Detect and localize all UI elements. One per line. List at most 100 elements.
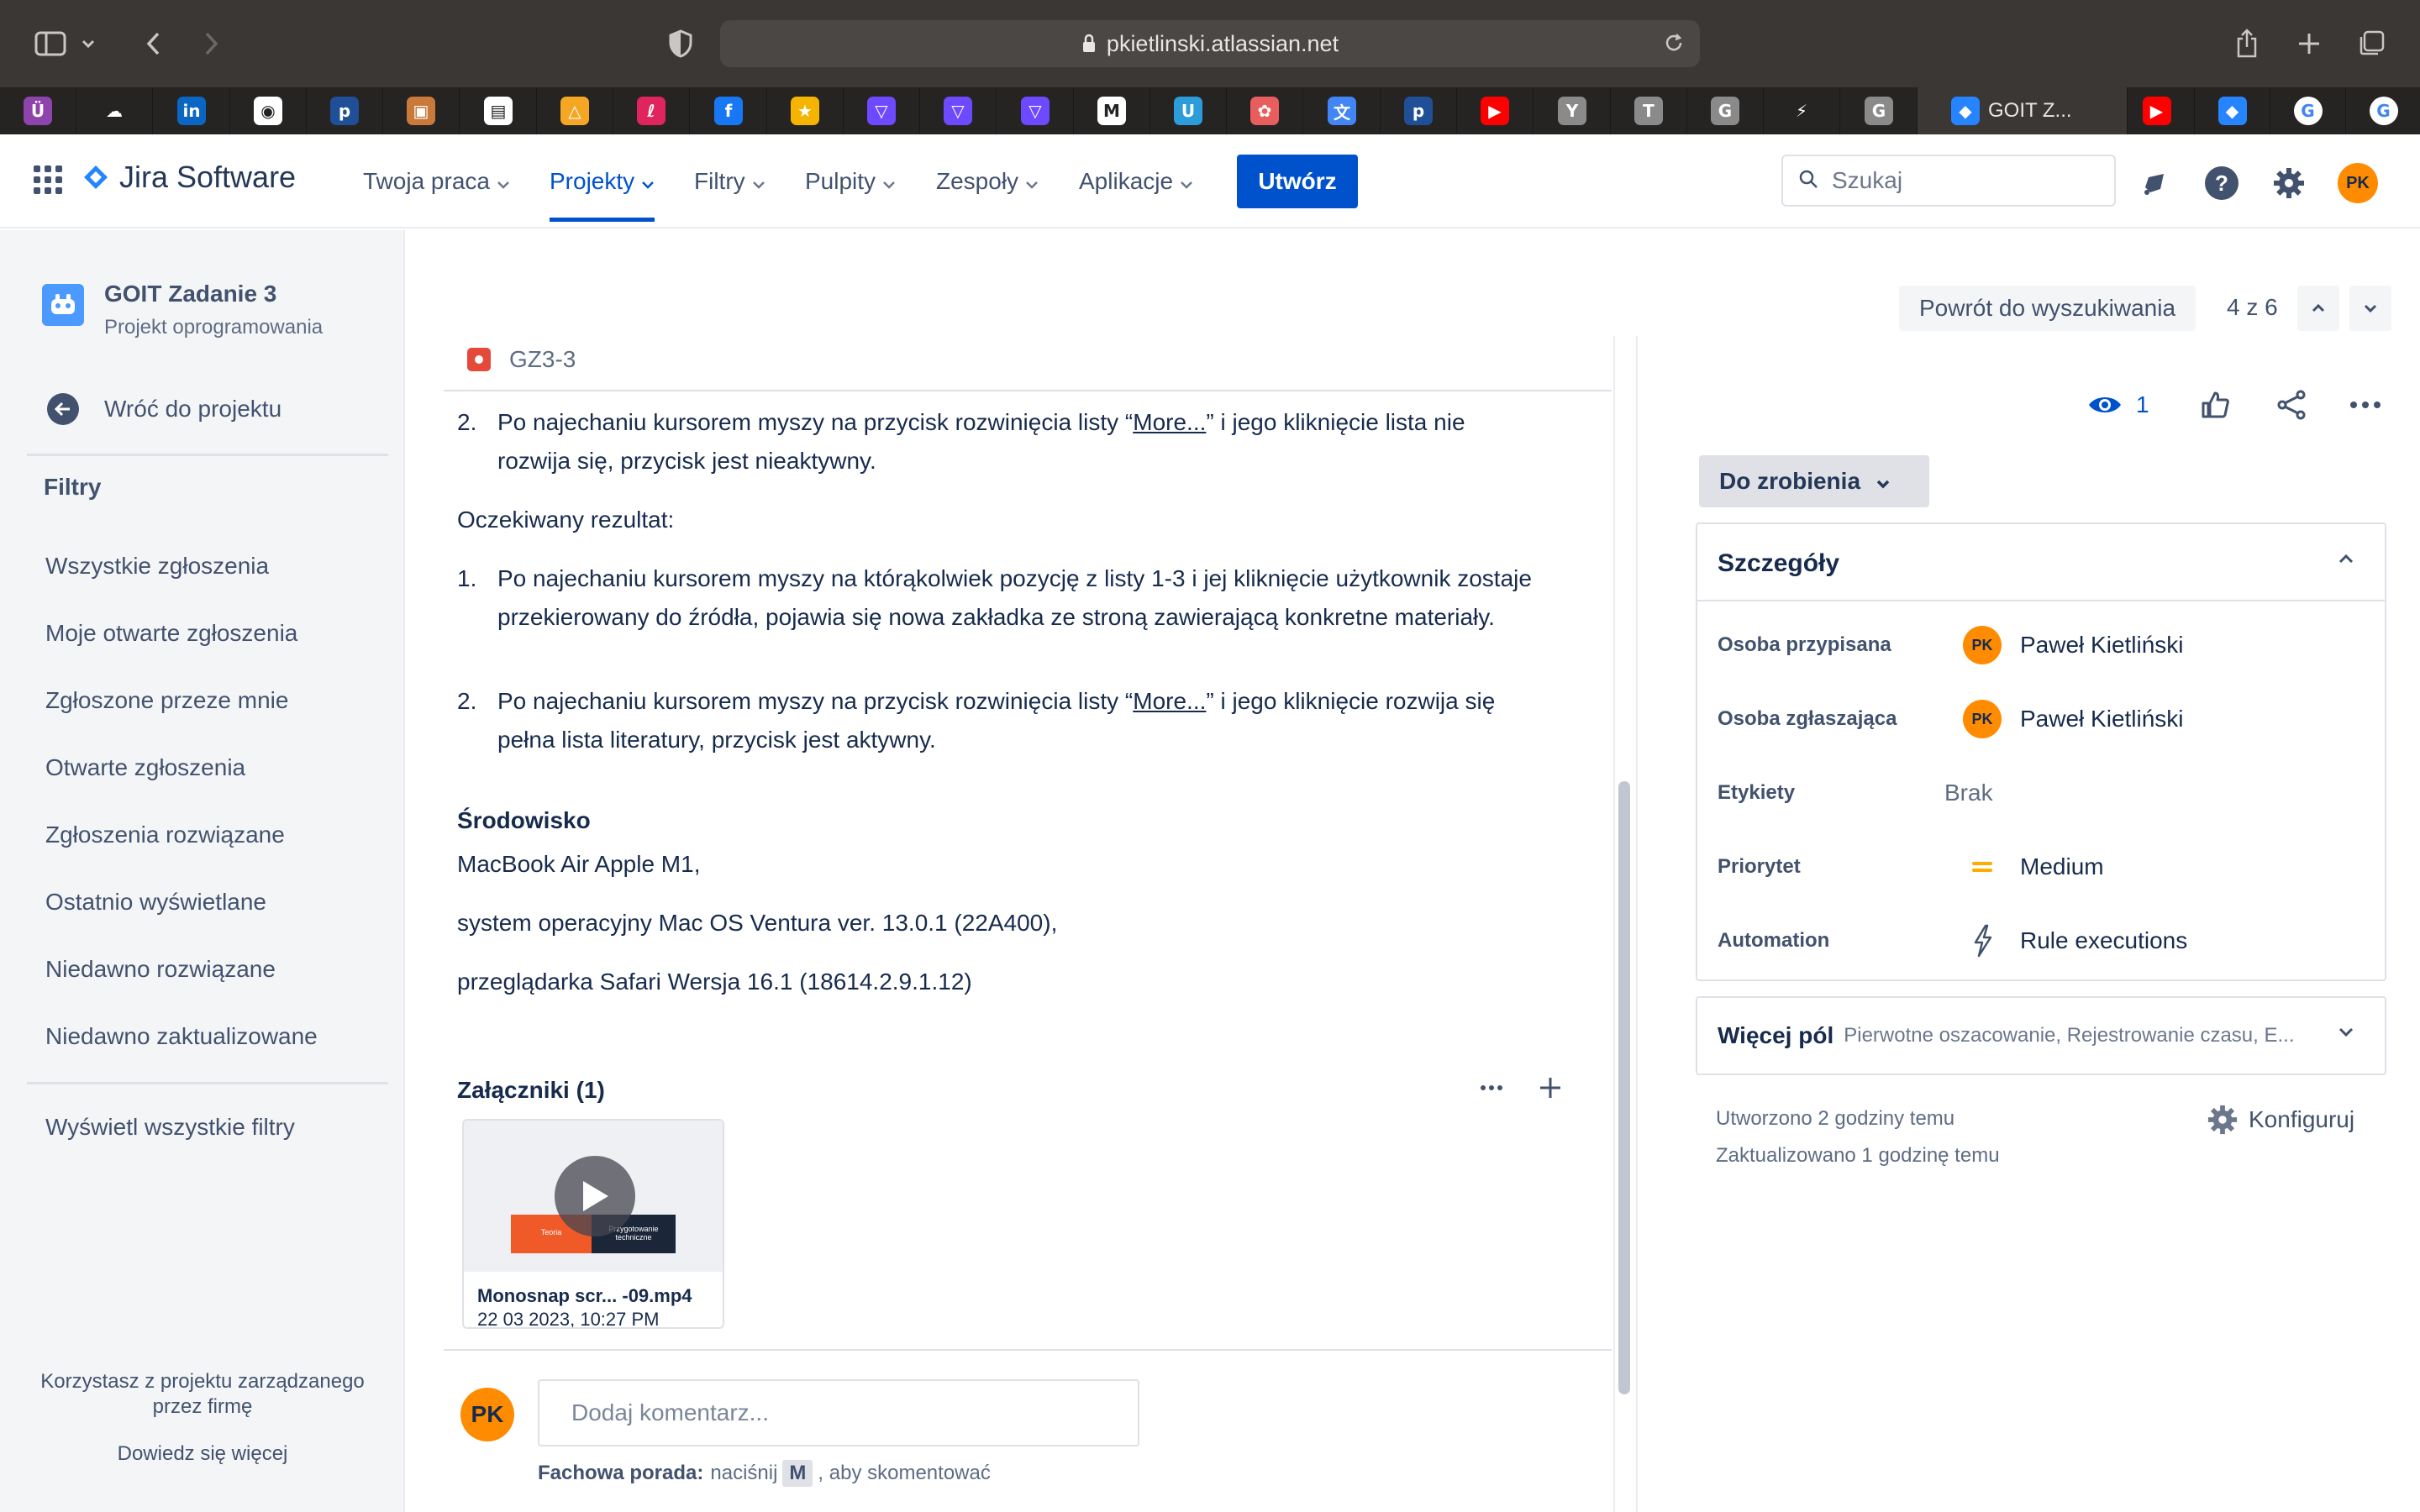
like-thumbs-up-icon[interactable] [2200,386,2230,423]
create-button[interactable]: Utwórz [1237,155,1358,208]
filter-link[interactable]: Ostatnio wyświetlane [45,889,266,916]
settings-gear-icon[interactable] [2269,163,2309,203]
favorite-notebook-6[interactable]: ▤ [460,87,537,134]
svg-text:?: ? [2215,171,2228,196]
filter-link[interactable]: Wszystkie zgłoszenia [45,553,269,580]
active-tab[interactable]: ◆ GOIT Z... [1918,87,2128,134]
favorite-youtube-19[interactable]: ▶ [1457,87,1534,134]
favorite-u-circle-15[interactable]: U [1150,87,1227,134]
play-icon[interactable] [555,1156,635,1236]
favorite-t-21[interactable]: T [1611,87,1687,134]
favorite-translate-17[interactable]: 文 [1304,87,1381,134]
status-dropdown[interactable]: Do zrobienia [1699,455,1929,507]
filter-link[interactable]: Niedawno rozwiązane [45,956,276,983]
favorite-google-r3[interactable]: G [2346,87,2420,134]
filter-link[interactable]: Otwarte zgłoszenia [45,754,245,781]
favorite-cloud-1[interactable]: ☁ [76,87,153,134]
filter-link[interactable]: Zgłoszone przeze mnie [45,687,288,714]
labels-value[interactable]: Brak [1944,771,1993,815]
favorite-bolt-23[interactable]: ⚡ [1764,87,1840,134]
favorite-u-app-0[interactable]: Ü [0,87,76,134]
search-input[interactable] [1832,167,2101,194]
more-link[interactable]: More... [1133,409,1206,435]
notifications-icon[interactable] [2134,163,2175,203]
nav-item-0[interactable]: Twoja praca [363,161,510,202]
reporter-value[interactable]: PK Paweł Kietliński [1963,697,2184,741]
assignee-value[interactable]: PK Paweł Kietliński [1963,623,2184,667]
back-arrow-icon[interactable] [131,22,175,66]
priority-value[interactable]: Medium [1963,845,2104,889]
chevron-down-icon[interactable] [74,22,103,66]
more-actions-icon[interactable] [1479,1075,1504,1105]
favorite-p-app-4[interactable]: p [307,87,383,134]
more-actions-icon[interactable] [2349,386,2381,423]
nav-item-4[interactable]: Zespoły [936,161,1039,202]
favorite-g-22[interactable]: G [1687,87,1764,134]
favorite-jira-r1[interactable]: ◆ [2195,87,2270,134]
project-header[interactable]: GOIT Zadanie 3 Projekt oprogramowania [42,281,323,339]
chevron-down-icon[interactable] [2338,1026,2354,1042]
address-bar[interactable]: pkietlinski.atlassian.net [720,20,1700,67]
user-avatar[interactable]: PK [2338,163,2378,203]
new-tab-plus-icon[interactable] [2287,22,2331,66]
chevron-up-icon[interactable] [2338,553,2354,568]
add-attachment-plus-icon[interactable] [1538,1075,1563,1105]
back-to-project-link[interactable]: Wróć do projektu [47,393,281,425]
nav-item-3[interactable]: Pulpity [805,161,896,202]
attachment-card[interactable]: Teoria Przygotowanie techniczne Monosnap… [462,1119,724,1329]
app-switcher-icon[interactable] [34,165,62,198]
search-box[interactable] [1781,155,2116,207]
favorite-pink-app-8[interactable]: ℓ [613,87,690,134]
favorite-openai-16[interactable]: ✿ [1227,87,1303,134]
share-icon[interactable] [2225,22,2269,66]
favorite-proton-vpn-11[interactable]: ▽ [844,87,920,134]
favorite-p-app-18[interactable]: p [1381,87,1457,134]
nav-item-1[interactable]: Projekty [550,161,655,222]
sidebar-toggle-icon[interactable] [29,22,72,66]
field-row-labels: Etykiety Brak [1718,768,2373,818]
favorite-y-20[interactable]: Y [1534,87,1611,134]
share-icon[interactable] [2275,386,2307,423]
automation-value[interactable]: Rule executions [1963,919,2187,963]
filter-link[interactable]: Niedawno zaktualizowane [45,1023,318,1050]
scrollbar-track[interactable] [1613,336,1615,1512]
learn-more-link[interactable]: Dowiedz się więcej [0,1441,405,1467]
watch-button[interactable]: 1 [2087,386,2149,423]
issue-key-breadcrumb[interactable]: GZ3-3 [467,346,576,373]
favorite-facebook-9[interactable]: f [691,87,767,134]
favorite-github-3[interactable]: ◉ [230,87,307,134]
favorite-m-logo-14[interactable]: M [1074,87,1150,134]
tab-overview-icon[interactable] [2349,22,2393,66]
filter-link[interactable]: Moje otwarte zgłoszenia [45,620,297,647]
favorite-google-r2[interactable]: G [2270,87,2346,134]
favorite-photo-5[interactable]: ▣ [383,87,460,134]
chevron-down-icon[interactable] [2349,286,2391,331]
favorite-proton-vpn-12[interactable]: ▽ [920,87,997,134]
reload-icon[interactable] [1663,32,1685,54]
sidebar-divider [27,1082,388,1084]
favorite-proton-vpn-13[interactable]: ▽ [997,87,1074,134]
favorite-youtube-r0[interactable]: ▶ [2119,87,2195,134]
more-link[interactable]: More... [1133,688,1206,714]
forward-arrow-icon[interactable] [190,22,234,66]
nav-item-2[interactable]: Filtry [694,161,765,202]
favorite-star-10[interactable]: ★ [767,87,844,134]
favorite-linkedin-2[interactable]: in [154,87,230,134]
favorite-warning-triangle-7[interactable]: △ [537,87,613,134]
chevron-up-icon[interactable] [2297,286,2339,331]
filter-link[interactable]: Zgłoszenia rozwiązane [45,822,285,848]
favorite-g-24[interactable]: G [1841,87,1918,134]
scrollbar-thumb[interactable] [1618,781,1630,1394]
back-to-search-button[interactable]: Powrót do wyszukiwania [1899,286,2196,331]
bug-icon [467,348,491,371]
more-fields-section[interactable]: Więcej pól Pierwotne oszacowanie, Rejest… [1696,996,2386,1075]
jira-logo[interactable]: Jira Software [84,160,296,195]
cloud-icon: ☁ [100,97,129,125]
configure-button[interactable]: Konfiguruj [2207,1104,2354,1136]
nav-item-5[interactable]: Aplikacje [1079,161,1193,202]
details-header[interactable]: Szczegóły [1697,524,2385,601]
help-icon[interactable]: ? [2202,163,2242,203]
privacy-shield-icon[interactable] [659,22,702,66]
add-comment-input[interactable] [538,1379,1139,1446]
view-all-filters-link[interactable]: Wyświetl wszystkie filtry [45,1114,295,1141]
